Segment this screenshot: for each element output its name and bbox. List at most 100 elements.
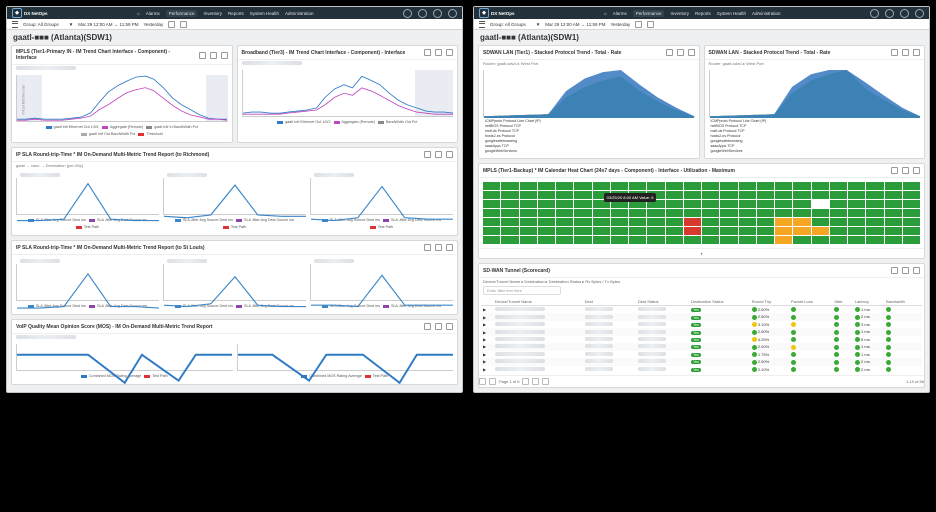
heat-cell[interactable] (574, 191, 591, 199)
heat-cell[interactable] (593, 227, 610, 235)
heat-cell[interactable] (556, 209, 573, 217)
heat-cell[interactable] (793, 200, 810, 208)
nav-inventory[interactable]: Inventory (203, 11, 222, 16)
heat-cell[interactable] (812, 236, 829, 244)
help-icon[interactable] (913, 167, 920, 174)
heat-cell[interactable] (757, 218, 774, 226)
heat-cell[interactable] (684, 182, 701, 190)
heat-cell[interactable] (702, 236, 719, 244)
heat-cell[interactable] (830, 236, 847, 244)
heat-cell[interactable] (885, 191, 902, 199)
heat-cell[interactable] (574, 182, 591, 190)
heat-cell[interactable] (702, 191, 719, 199)
heat-cell[interactable] (793, 227, 810, 235)
heat-cell[interactable] (520, 209, 537, 217)
heat-cell[interactable] (812, 218, 829, 226)
table-row[interactable]: ▶Yes 2.00% 1 ms (481, 306, 922, 314)
col-header[interactable]: Destination Status (689, 298, 750, 306)
expand-row-icon[interactable]: ▶ (483, 315, 486, 320)
expand-icon[interactable] (180, 21, 187, 28)
heat-cell[interactable] (666, 218, 683, 226)
heat-cell[interactable] (666, 236, 683, 244)
expand-row-icon[interactable]: ▶ (483, 322, 486, 327)
heat-cell[interactable] (775, 218, 792, 226)
heat-cell[interactable] (574, 200, 591, 208)
heat-cell[interactable] (903, 218, 920, 226)
heat-cell[interactable] (720, 200, 737, 208)
heat-cell[interactable] (848, 209, 865, 217)
heat-cell[interactable] (903, 182, 920, 190)
filter-icon[interactable]: ▼ (69, 22, 73, 27)
time-range[interactable]: Mar 29 12:00 AM → 11:59 PM (545, 22, 605, 27)
heat-cell[interactable] (647, 227, 664, 235)
heat-cell[interactable] (812, 200, 829, 208)
expand-row-icon[interactable]: ▶ (483, 330, 486, 335)
heat-cell[interactable] (538, 209, 555, 217)
help-icon[interactable] (446, 151, 453, 158)
heat-cell[interactable] (812, 209, 829, 217)
heat-cell[interactable] (739, 191, 756, 199)
heat-cell[interactable] (538, 218, 555, 226)
gear-icon[interactable] (677, 49, 684, 56)
user-icon[interactable] (448, 9, 457, 18)
table-row[interactable]: ▶Yes 2.00% 1 ms (481, 328, 922, 335)
nav-reports[interactable]: Reports (228, 11, 244, 16)
heat-cell[interactable] (483, 209, 500, 217)
col-header[interactable]: Dest (583, 298, 636, 306)
heat-cell[interactable] (593, 236, 610, 244)
heat-cell[interactable] (702, 200, 719, 208)
heat-cell[interactable] (866, 191, 883, 199)
heat-cell[interactable] (629, 236, 646, 244)
col-header[interactable]: Latency (853, 298, 884, 306)
heat-cell[interactable] (812, 227, 829, 235)
heat-cell[interactable] (720, 182, 737, 190)
heat-cell[interactable] (903, 227, 920, 235)
expand-icon[interactable] (647, 21, 654, 28)
help-icon[interactable] (913, 267, 920, 274)
help-icon[interactable] (446, 244, 453, 251)
help-icon[interactable] (433, 9, 442, 18)
maximize-icon[interactable] (891, 49, 898, 56)
group-filter[interactable]: Group: All Groups (23, 22, 59, 27)
heat-cell[interactable] (739, 227, 756, 235)
reload-icon[interactable] (542, 378, 549, 385)
heat-cell[interactable] (629, 227, 646, 235)
help-icon[interactable] (446, 323, 453, 330)
nav-alarms[interactable]: Alarms (146, 11, 160, 16)
heat-cell[interactable] (629, 209, 646, 217)
maximize-icon[interactable] (424, 49, 431, 56)
heat-cell[interactable] (903, 191, 920, 199)
heat-cell[interactable] (739, 218, 756, 226)
heat-cell[interactable] (757, 209, 774, 217)
heat-cell[interactable] (775, 227, 792, 235)
chart-rtt-3[interactable] (310, 178, 453, 215)
heat-cell[interactable] (483, 218, 500, 226)
heat-cell[interactable] (501, 209, 518, 217)
gear-icon[interactable] (435, 244, 442, 251)
heat-cell[interactable] (501, 227, 518, 235)
heat-cell[interactable] (501, 218, 518, 226)
heat-cell[interactable] (757, 200, 774, 208)
menu-icon[interactable] (12, 21, 18, 28)
nav-admin[interactable]: Administration (752, 11, 781, 16)
heat-cell[interactable] (538, 236, 555, 244)
heat-cell[interactable] (775, 200, 792, 208)
maximize-icon[interactable] (424, 244, 431, 251)
table-row[interactable]: ▶Yes 3.10% 3 ms (481, 321, 922, 328)
heat-cell[interactable] (538, 200, 555, 208)
heat-chart[interactable]: 03/25/20 8:00 AM Value: 6 (479, 178, 924, 248)
heat-cell[interactable] (538, 227, 555, 235)
email-icon[interactable] (210, 52, 217, 59)
search-icon[interactable] (870, 9, 879, 18)
heat-cell[interactable] (483, 236, 500, 244)
chart-broadband[interactable] (242, 70, 454, 117)
heat-cell[interactable] (739, 182, 756, 190)
heat-cell[interactable] (903, 200, 920, 208)
heat-cell[interactable] (483, 182, 500, 190)
heat-cell[interactable] (720, 209, 737, 217)
heat-cell[interactable] (666, 227, 683, 235)
heat-cell[interactable] (885, 209, 902, 217)
time-preset[interactable]: Yesterday (143, 22, 163, 27)
heat-cell[interactable] (903, 236, 920, 244)
heat-cell[interactable] (702, 218, 719, 226)
